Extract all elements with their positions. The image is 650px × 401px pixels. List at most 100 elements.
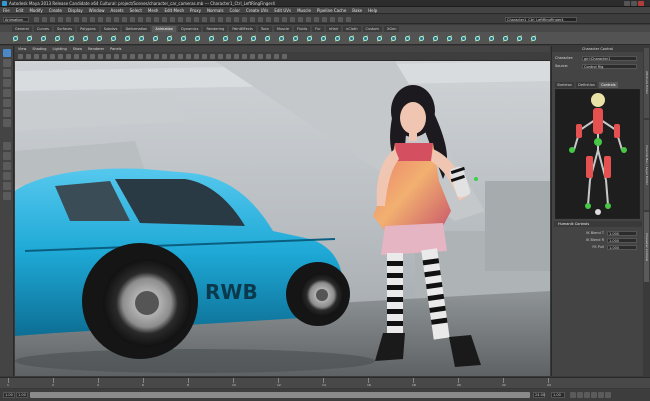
- joint-tool-icon[interactable]: [432, 35, 439, 42]
- humanik-controls-section[interactable]: Humanik Controls: [554, 221, 642, 227]
- joint-tool-icon[interactable]: [404, 35, 411, 42]
- status-line-button[interactable]: [290, 17, 295, 22]
- status-line-button[interactable]: [226, 17, 231, 22]
- status-line-button[interactable]: [170, 17, 175, 22]
- status-line-button[interactable]: [66, 17, 71, 22]
- viewport-toolbar-button[interactable]: [186, 54, 191, 59]
- viewport-toolbar-button[interactable]: [258, 54, 263, 59]
- joint-tool-icon[interactable]: [12, 35, 19, 42]
- menu-set-dropdown[interactable]: Animation: [3, 17, 29, 22]
- menu-item-proxy[interactable]: Proxy: [190, 8, 201, 13]
- viewport-menu-panels[interactable]: Panels: [110, 47, 121, 51]
- joint-tool-icon[interactable]: [488, 35, 495, 42]
- joint-tool-icon[interactable]: [362, 35, 369, 42]
- minimize-button[interactable]: [624, 1, 630, 6]
- joint-tool-icon[interactable]: [124, 35, 131, 42]
- status-line-button[interactable]: [138, 17, 143, 22]
- status-line-button[interactable]: [82, 17, 87, 22]
- joint-tool-icon[interactable]: [152, 35, 159, 42]
- viewport-toolbar-button[interactable]: [170, 54, 175, 59]
- scale-tool-icon[interactable]: [3, 99, 11, 107]
- attr-value-field[interactable]: 1.000: [607, 237, 637, 243]
- viewport-toolbar-button[interactable]: [218, 54, 223, 59]
- status-line-button[interactable]: [250, 17, 255, 22]
- current-frame-field[interactable]: 1.00: [551, 392, 565, 398]
- viewport-toolbar-button[interactable]: [266, 54, 271, 59]
- maximize-button[interactable]: [631, 1, 637, 6]
- viewport-toolbar-button[interactable]: [226, 54, 231, 59]
- menu-item-edit-uvs[interactable]: Edit UVs: [274, 8, 291, 13]
- joint-tool-icon[interactable]: [208, 35, 215, 42]
- viewport-toolbar-button[interactable]: [114, 54, 119, 59]
- status-line-button[interactable]: [330, 17, 335, 22]
- viewport-toolbar-button[interactable]: [242, 54, 247, 59]
- close-button[interactable]: [638, 1, 644, 6]
- status-line-button[interactable]: [34, 17, 39, 22]
- viewport-toolbar-button[interactable]: [42, 54, 47, 59]
- status-line-button[interactable]: [90, 17, 95, 22]
- viewport-toolbar-button[interactable]: [66, 54, 71, 59]
- joint-tool-icon[interactable]: [236, 35, 243, 42]
- tab-definition[interactable]: Definition: [576, 82, 598, 88]
- joint-tool-icon[interactable]: [292, 35, 299, 42]
- joint-tool-icon[interactable]: [418, 35, 425, 42]
- play-backward-icon[interactable]: [584, 392, 590, 398]
- status-line-button[interactable]: [338, 17, 343, 22]
- tab-skeleton[interactable]: Skeleton: [555, 82, 575, 88]
- status-line-button[interactable]: [186, 17, 191, 22]
- viewport-toolbar-button[interactable]: [250, 54, 255, 59]
- joint-tool-icon[interactable]: [180, 35, 187, 42]
- status-line-button[interactable]: [106, 17, 111, 22]
- viewport-toolbar-button[interactable]: [138, 54, 143, 59]
- joint-tool-icon[interactable]: [502, 35, 509, 42]
- status-line-button[interactable]: [258, 17, 263, 22]
- go-to-end-icon[interactable]: [605, 392, 611, 398]
- attr-value-field[interactable]: 1.000: [607, 230, 637, 236]
- joint-tool-icon[interactable]: [250, 35, 257, 42]
- viewport-toolbar-button[interactable]: [202, 54, 207, 59]
- joint-tool-icon[interactable]: [348, 35, 355, 42]
- viewport-toolbar-button[interactable]: [122, 54, 127, 59]
- viewport-toolbar-button[interactable]: [178, 54, 183, 59]
- select-tool-icon[interactable]: [3, 49, 11, 57]
- status-line-button[interactable]: [322, 17, 327, 22]
- menu-item-color[interactable]: Color: [230, 8, 240, 13]
- go-to-start-icon[interactable]: [570, 392, 576, 398]
- menu-item-create-uvs[interactable]: Create UVs: [246, 8, 268, 13]
- joint-tool-icon[interactable]: [110, 35, 117, 42]
- viewport-toolbar-button[interactable]: [282, 54, 287, 59]
- character-controls-tab[interactable]: Character Controls: [644, 212, 649, 282]
- object-name-field[interactable]: Character1_Ctrl_LeftRingFinger4: [505, 17, 577, 22]
- manipulator-tool-icon[interactable]: [3, 109, 11, 117]
- viewport-toolbar-button[interactable]: [18, 54, 23, 59]
- playback-start-field[interactable]: 1.00: [16, 392, 28, 398]
- joint-tool-icon[interactable]: [222, 35, 229, 42]
- menu-item-edit[interactable]: Edit: [16, 8, 24, 13]
- character-dropdown[interactable]: girl:Character1: [582, 56, 637, 61]
- joint-tool-icon[interactable]: [376, 35, 383, 42]
- side-layout-icon[interactable]: [3, 162, 11, 170]
- menu-item-modify[interactable]: Modify: [29, 8, 42, 13]
- joint-tool-icon[interactable]: [278, 35, 285, 42]
- joint-tool-icon[interactable]: [306, 35, 313, 42]
- step-forward-icon[interactable]: [598, 392, 604, 398]
- viewport-toolbar-button[interactable]: [130, 54, 135, 59]
- viewport-toolbar-button[interactable]: [274, 54, 279, 59]
- menu-item-select[interactable]: Select: [130, 8, 142, 13]
- playback-end-field[interactable]: 24.00: [533, 392, 545, 398]
- joint-tool-icon[interactable]: [530, 35, 537, 42]
- viewport-toolbar-button[interactable]: [162, 54, 167, 59]
- manipulator-handle[interactable]: [474, 177, 478, 181]
- menu-item-create[interactable]: Create: [49, 8, 62, 13]
- status-line-button[interactable]: [346, 17, 351, 22]
- viewport-toolbar-button[interactable]: [74, 54, 79, 59]
- status-line-button[interactable]: [202, 17, 207, 22]
- joint-tool-icon[interactable]: [390, 35, 397, 42]
- menu-item-pipeline-cache[interactable]: Pipeline Cache: [317, 8, 346, 13]
- character-picker[interactable]: [555, 89, 640, 219]
- status-line-button[interactable]: [306, 17, 311, 22]
- joint-tool-icon[interactable]: [516, 35, 523, 42]
- menu-item-bake[interactable]: Bake: [352, 8, 362, 13]
- joint-tool-icon[interactable]: [446, 35, 453, 42]
- range-start-field[interactable]: 1.00: [3, 392, 15, 398]
